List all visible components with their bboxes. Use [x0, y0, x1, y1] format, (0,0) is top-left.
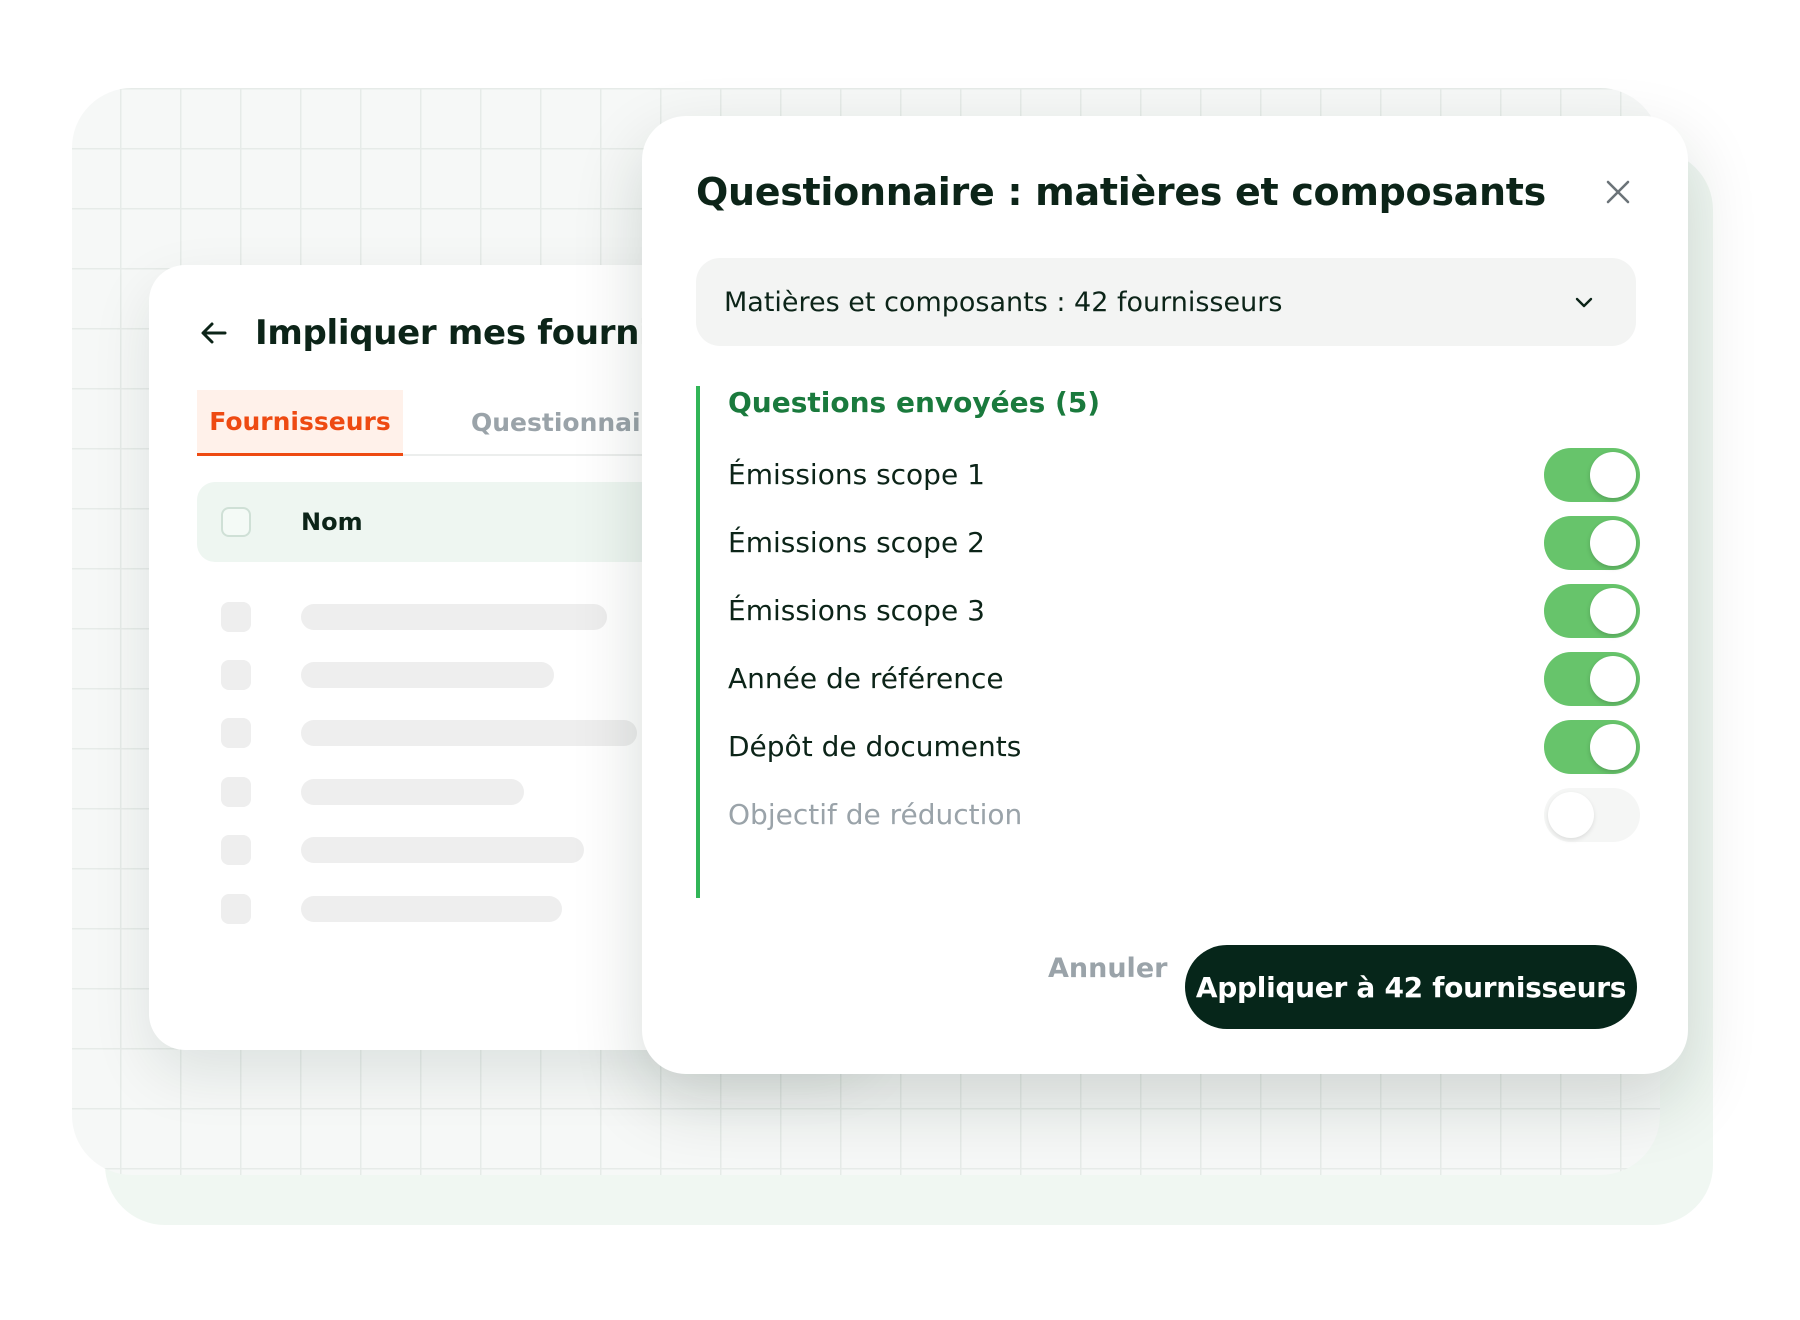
question-row: Émissions scope 1: [700, 448, 1640, 502]
row-checkbox[interactable]: [221, 718, 251, 748]
toggle-knob: [1590, 656, 1636, 702]
questions-section: Questions envoyées (5) Émissions scope 1…: [696, 386, 1640, 898]
toggle-knob: [1590, 452, 1636, 498]
select-all-checkbox[interactable]: [221, 507, 251, 537]
skeleton-text: [301, 720, 637, 746]
row-checkbox[interactable]: [221, 777, 251, 807]
toggle-knob: [1590, 588, 1636, 634]
toggle-knob: [1590, 520, 1636, 566]
modal-title: Questionnaire : matières et composants: [696, 170, 1546, 214]
cancel-button[interactable]: Annuler: [1048, 948, 1167, 988]
section-title: Questions envoyées (5): [728, 386, 1101, 419]
tab-fournisseurs[interactable]: Fournisseurs: [197, 390, 403, 456]
question-toggle-reduction-target[interactable]: [1544, 788, 1640, 842]
panel-header: Impliquer mes fournisse: [197, 313, 713, 353]
question-row: Objectif de réduction: [700, 788, 1640, 842]
question-toggle-scope-1[interactable]: [1544, 448, 1640, 502]
question-label: Émissions scope 1: [728, 458, 985, 491]
question-row: Émissions scope 3: [700, 584, 1640, 638]
question-toggle-scope-2[interactable]: [1544, 516, 1640, 570]
question-row: Année de référence: [700, 652, 1640, 706]
skeleton-text: [301, 837, 584, 863]
question-toggle-documents[interactable]: [1544, 720, 1640, 774]
skeleton-text: [301, 896, 562, 922]
question-label: Émissions scope 2: [728, 526, 985, 559]
question-label: Année de référence: [728, 662, 1004, 695]
skeleton-text: [301, 604, 607, 630]
question-label: Objectif de réduction: [728, 798, 1023, 831]
question-label: Dépôt de documents: [728, 730, 1022, 763]
skeleton-text: [301, 779, 524, 805]
apply-button[interactable]: Appliquer à 42 fournisseurs: [1185, 945, 1637, 1029]
questionnaire-modal: Questionnaire : matières et composants M…: [642, 116, 1688, 1074]
toggle-knob: [1590, 724, 1636, 770]
question-row: Dépôt de documents: [700, 720, 1640, 774]
toggle-knob: [1548, 792, 1594, 838]
row-checkbox[interactable]: [221, 835, 251, 865]
question-toggle-reference-year[interactable]: [1544, 652, 1640, 706]
question-label: Émissions scope 3: [728, 594, 985, 627]
column-header-nom: Nom: [301, 508, 363, 536]
tab-questionnaire[interactable]: Questionnaire: [471, 390, 670, 454]
select-value: Matières et composants : 42 fournisseurs: [724, 286, 1283, 318]
question-row: Émissions scope 2: [700, 516, 1640, 570]
row-checkbox[interactable]: [221, 660, 251, 690]
question-toggle-scope-3[interactable]: [1544, 584, 1640, 638]
row-checkbox[interactable]: [221, 894, 251, 924]
row-checkbox[interactable]: [221, 602, 251, 632]
skeleton-text: [301, 662, 554, 688]
close-icon[interactable]: [1600, 174, 1636, 210]
arrow-left-icon[interactable]: [197, 316, 231, 350]
supplier-group-select[interactable]: Matières et composants : 42 fournisseurs: [696, 258, 1636, 346]
chevron-down-icon: [1570, 288, 1598, 316]
